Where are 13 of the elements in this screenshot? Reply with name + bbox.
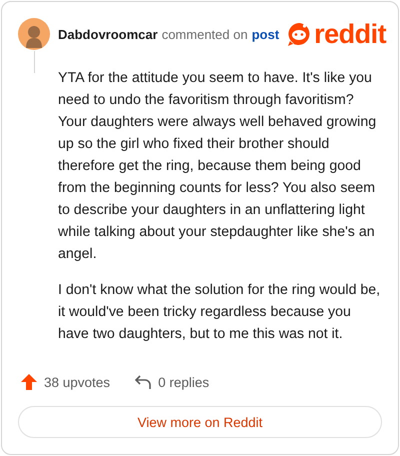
upvote-count: 38 upvotes [44, 374, 110, 390]
post-link[interactable]: post [252, 26, 280, 42]
action-text: commented on [162, 26, 248, 42]
reply-icon[interactable] [134, 374, 152, 390]
avatar-icon [18, 18, 50, 50]
logo-text: reddit [314, 20, 386, 48]
robot-icon [287, 21, 312, 47]
view-more-button[interactable]: View more on Reddit [18, 406, 382, 438]
comment-paragraph: YTA for the attitude you seem to have. It's like you need to undo the favoritism through favoritism? Your daughters were always well behaved growing up so the girl who fixed their brother should therefore get the ring, because them being good from the beginning counts for less? You also seem to describe your daughters in an unflattering light while talking about your stepdaughter like she's an angel. [58, 69, 378, 264]
reply-count: 0 replies [158, 374, 210, 390]
comment-paragraph: I don't know what the solution for the ring would be, it would've been tricky regardless because you have two daughters, but to me this was not it. [58, 281, 382, 344]
upvote-icon[interactable] [20, 373, 38, 391]
username[interactable]: Dabdovroomcar [58, 26, 158, 42]
